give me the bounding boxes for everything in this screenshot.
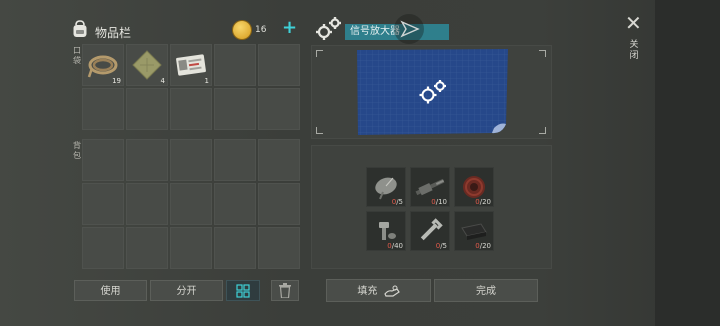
backpack-slot-empty[interactable] bbox=[82, 227, 124, 269]
compass-icon bbox=[394, 14, 424, 44]
pocket-slot-empty[interactable] bbox=[258, 44, 300, 86]
done-button[interactable]: 完成 bbox=[434, 279, 538, 302]
close-button[interactable]: ✕ bbox=[625, 13, 642, 33]
use-button[interactable]: 使用 bbox=[74, 280, 147, 301]
pocket-slot-cloth[interactable]: 4 bbox=[126, 44, 168, 86]
backpack-slot-empty[interactable] bbox=[258, 227, 300, 269]
corner-mark bbox=[539, 50, 546, 57]
blueprint-image bbox=[357, 49, 508, 135]
id-card-icon bbox=[176, 54, 206, 76]
backpack-slot-empty[interactable] bbox=[82, 139, 124, 181]
item-quantity: 1 bbox=[204, 77, 209, 85]
material-slot[interactable]: 0/10 bbox=[410, 167, 450, 207]
fill-button[interactable]: 填充 bbox=[326, 279, 431, 302]
backpack-slot-empty[interactable] bbox=[170, 227, 212, 269]
pocket-slot-card[interactable]: 1 bbox=[170, 44, 212, 86]
pocket-slot-empty[interactable] bbox=[82, 88, 124, 130]
backpack-slot-empty[interactable] bbox=[126, 227, 168, 269]
backpack-slot-empty[interactable] bbox=[258, 183, 300, 225]
corner-mark bbox=[316, 50, 323, 57]
pocket-label: 口袋 bbox=[73, 46, 81, 65]
pocket-slot-empty[interactable] bbox=[214, 88, 256, 130]
material-slot[interactable]: 0/5 bbox=[366, 167, 406, 207]
material-requirement: 0/10 bbox=[431, 198, 447, 206]
cloth-icon bbox=[132, 50, 162, 80]
pocket-slot-empty[interactable] bbox=[126, 88, 168, 130]
corner-mark bbox=[316, 127, 323, 134]
close-label: 关闭 bbox=[629, 40, 639, 61]
inventory-title: 物品栏 bbox=[95, 26, 132, 40]
trash-button[interactable] bbox=[271, 280, 299, 301]
gears-icon bbox=[316, 17, 341, 40]
backpack-slot-empty[interactable] bbox=[126, 183, 168, 225]
material-slot[interactable]: 0/5 bbox=[410, 211, 450, 251]
coin-count: 16 bbox=[255, 25, 267, 35]
coin-icon bbox=[233, 21, 251, 39]
material-requirement: 0/40 bbox=[387, 242, 403, 250]
backpack-slot-empty[interactable] bbox=[170, 139, 212, 181]
material-requirement: 0/5 bbox=[391, 198, 403, 206]
right-edge-panel bbox=[655, 0, 720, 326]
backpack-slot-empty[interactable] bbox=[214, 227, 256, 269]
trash-icon bbox=[279, 283, 291, 299]
corner-mark bbox=[539, 127, 546, 134]
split-button[interactable]: 分开 bbox=[150, 280, 223, 301]
backpack-slot-empty[interactable] bbox=[258, 139, 300, 181]
pocket-slot-empty[interactable] bbox=[258, 88, 300, 130]
backpack-icon bbox=[73, 20, 87, 37]
sort-button[interactable] bbox=[226, 280, 260, 301]
backpack-slot-empty[interactable] bbox=[214, 139, 256, 181]
fill-hand-icon bbox=[383, 285, 400, 297]
item-quantity: 19 bbox=[112, 77, 121, 85]
fill-button-label: 填充 bbox=[357, 286, 378, 297]
backpack-slot-empty[interactable] bbox=[214, 183, 256, 225]
backpack-slot-empty[interactable] bbox=[126, 139, 168, 181]
pocket-slot-empty[interactable] bbox=[214, 44, 256, 86]
material-requirement: 0/5 bbox=[435, 242, 447, 250]
material-slot[interactable]: 0/20 bbox=[454, 167, 494, 207]
material-requirement: 0/20 bbox=[475, 198, 491, 206]
pocket-slot-empty[interactable] bbox=[170, 88, 212, 130]
material-requirement: 0/20 bbox=[475, 242, 491, 250]
grid-sort-icon bbox=[236, 284, 250, 298]
item-quantity: 4 bbox=[160, 77, 165, 85]
backpack-slot-empty[interactable] bbox=[170, 183, 212, 225]
backpack-label: 背包 bbox=[73, 141, 81, 160]
backpack-slot-empty[interactable] bbox=[82, 183, 124, 225]
material-slot[interactable]: 0/40 bbox=[366, 211, 406, 251]
rubber-icon bbox=[461, 223, 487, 240]
material-slot[interactable]: 0/20 bbox=[454, 211, 494, 251]
add-coins-button[interactable]: + bbox=[282, 19, 297, 37]
pocket-slot-rope[interactable]: 19 bbox=[82, 44, 124, 86]
